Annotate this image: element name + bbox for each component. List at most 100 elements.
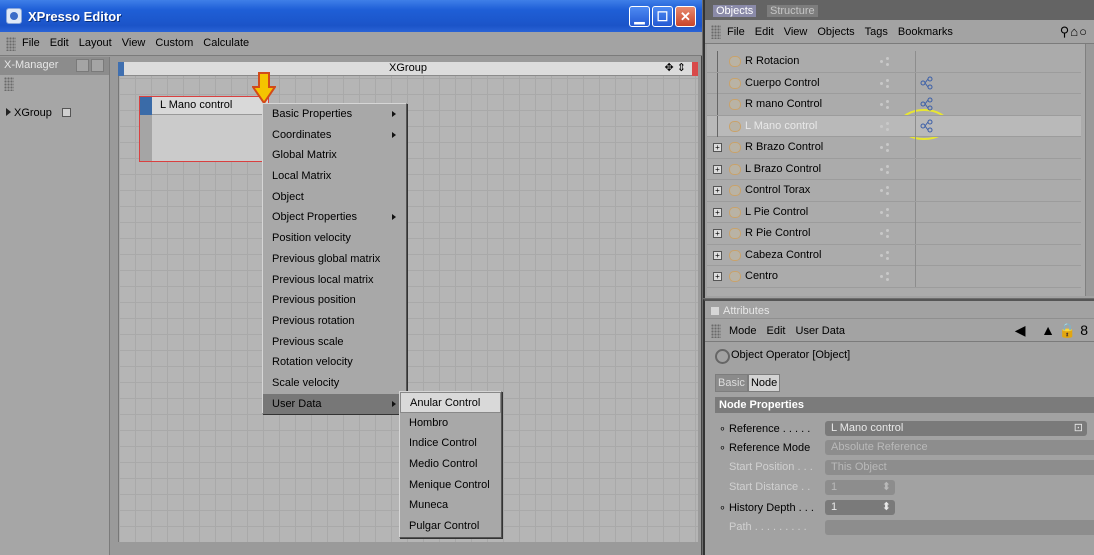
lock-icon[interactable]: 🔒: [1059, 322, 1076, 338]
objects-tool-icons[interactable]: ⚲⌂○: [1060, 24, 1088, 40]
menu-objects[interactable]: Objects: [817, 26, 854, 38]
object-row[interactable]: + Centro: [707, 266, 1081, 288]
ctx-item-object-properties[interactable]: Object Properties: [263, 207, 406, 228]
menu-view[interactable]: View: [122, 37, 146, 49]
object-row[interactable]: R mano Control: [707, 94, 1081, 116]
object-row[interactable]: + R Pie Control: [707, 223, 1081, 245]
ctx-item-rotation-velocity[interactable]: Rotation velocity: [263, 352, 406, 373]
submenu-item-anular-control[interactable]: Anular Control: [400, 392, 501, 413]
grip-icon[interactable]: [6, 37, 16, 51]
submenu-item-muneca[interactable]: Muneca: [400, 495, 501, 516]
xgroup-enable-icon[interactable]: [61, 108, 71, 117]
menu-custom[interactable]: Custom: [155, 37, 193, 49]
reference-picker-icon[interactable]: ⊡: [1074, 421, 1083, 435]
new-panel-icon[interactable]: 8: [1080, 322, 1088, 338]
stepper-icon[interactable]: ⬍: [882, 500, 891, 514]
visibility-dots-icon[interactable]: [880, 78, 890, 89]
circle-icon[interactable]: ○: [1079, 24, 1088, 39]
grip-icon[interactable]: [711, 25, 721, 39]
ctx-item-global-matrix[interactable]: Global Matrix: [263, 145, 406, 166]
object-row[interactable]: Cuerpo Control: [707, 72, 1081, 94]
object-node[interactable]: L Mano control: [139, 96, 269, 162]
visibility-dots-icon[interactable]: [880, 250, 890, 261]
object-row[interactable]: R Rotacion: [707, 51, 1081, 73]
expand-plus-icon[interactable]: +: [713, 250, 722, 260]
menu-mode[interactable]: Mode: [729, 325, 757, 337]
menu-file[interactable]: File: [727, 26, 745, 38]
tab-structure[interactable]: Structure: [767, 5, 818, 17]
attributes-tab[interactable]: Attributes: [711, 305, 769, 317]
submenu-item-indice-control[interactable]: Indice Control: [400, 433, 501, 454]
object-row[interactable]: + R Brazo Control: [707, 137, 1081, 159]
ctx-item-previous-rotation[interactable]: Previous rotation: [263, 311, 406, 332]
menu-edit[interactable]: Edit: [755, 26, 774, 38]
stepper-icon[interactable]: ⬍: [882, 480, 891, 494]
close-button[interactable]: ✕: [675, 6, 696, 27]
ctx-item-previous-scale[interactable]: Previous scale: [263, 332, 406, 353]
reference-field[interactable]: L Mano control ⊡: [825, 421, 1087, 436]
menu-edit[interactable]: Edit: [50, 37, 69, 49]
reference-mode-dropdown[interactable]: Absolute Reference: [825, 440, 1094, 455]
object-row[interactable]: L Mano control: [707, 115, 1081, 137]
visibility-dots-icon[interactable]: [880, 57, 890, 67]
visibility-dots-icon[interactable]: [880, 186, 890, 196]
menu-tags[interactable]: Tags: [865, 26, 888, 38]
visibility-dots-icon[interactable]: [880, 100, 890, 110]
object-row[interactable]: + L Brazo Control: [707, 158, 1081, 180]
expand-plus-icon[interactable]: +: [713, 272, 722, 281]
object-row[interactable]: + Control Torax: [707, 180, 1081, 202]
expand-plus-icon[interactable]: +: [713, 186, 722, 195]
history-depth-field[interactable]: 1 ⬍: [825, 500, 895, 515]
path-field[interactable]: [825, 520, 1094, 535]
expand-triangle-icon[interactable]: [6, 108, 11, 116]
object-row[interactable]: + L Pie Control: [707, 201, 1081, 223]
tab-objects[interactable]: Objects: [713, 5, 757, 17]
visibility-dots-icon[interactable]: [880, 207, 890, 218]
ctx-item-previous-global-matrix[interactable]: Previous global matrix: [263, 249, 406, 270]
attributes-tool-icons[interactable]: ◀ ▲ 🔒 8: [1015, 322, 1088, 339]
ctx-item-object[interactable]: Object: [263, 187, 406, 208]
menu-edit[interactable]: Edit: [767, 325, 786, 337]
node-input-port[interactable]: [140, 97, 152, 115]
up-arrow-icon[interactable]: ▲: [1041, 322, 1055, 338]
visibility-dots-icon[interactable]: [880, 121, 890, 132]
menu-layout[interactable]: Layout: [79, 37, 112, 49]
grip-icon[interactable]: [711, 324, 721, 338]
expand-plus-icon[interactable]: +: [713, 164, 722, 174]
xpresso-tag-icon[interactable]: [920, 76, 934, 90]
node-header[interactable]: L Mano control: [140, 97, 268, 115]
maximize-button[interactable]: ☐: [652, 6, 673, 27]
visibility-dots-icon[interactable]: [880, 143, 890, 153]
visibility-dots-icon[interactable]: [880, 272, 890, 282]
visibility-dots-icon[interactable]: [880, 229, 890, 239]
visibility-dots-icon[interactable]: [880, 164, 890, 175]
ctx-item-scale-velocity[interactable]: Scale velocity: [263, 373, 406, 394]
ctx-item-local-matrix[interactable]: Local Matrix: [263, 166, 406, 187]
xgroup-tree-item[interactable]: XGroup: [6, 107, 71, 119]
start-position-dropdown[interactable]: This Object: [825, 460, 1094, 475]
menu-view[interactable]: View: [784, 26, 808, 38]
ctx-item-basic-properties[interactable]: Basic Properties: [263, 104, 406, 125]
back-arrow-icon[interactable]: ◀: [1015, 322, 1026, 338]
xpresso-tag-icon[interactable]: [920, 97, 934, 111]
start-distance-field[interactable]: 1 ⬍: [825, 480, 895, 495]
move-scale-icons[interactable]: ✥ ⇕: [665, 62, 687, 75]
minimize-button[interactable]: ▁: [629, 6, 650, 27]
panel-options-icon[interactable]: [91, 59, 104, 72]
expand-plus-icon[interactable]: +: [713, 207, 722, 217]
search-icon[interactable]: ⚲: [1060, 24, 1071, 39]
ctx-item-previous-position[interactable]: Previous position: [263, 290, 406, 311]
submenu-item-menique-control[interactable]: Menique Control: [400, 475, 501, 496]
submenu-item-pulgar-control[interactable]: Pulgar Control: [400, 516, 501, 537]
xpresso-titlebar[interactable]: XPresso Editor ▁ ☐ ✕: [0, 0, 702, 32]
object-list-scrollbar[interactable]: [1085, 44, 1094, 296]
tab-node[interactable]: Node: [747, 374, 781, 392]
menu-calculate[interactable]: Calculate: [203, 37, 249, 49]
menu-bookmarks[interactable]: Bookmarks: [898, 26, 953, 38]
ctx-item-previous-local-matrix[interactable]: Previous local matrix: [263, 270, 406, 291]
ctx-item-position-velocity[interactable]: Position velocity: [263, 228, 406, 249]
menu-file[interactable]: File: [22, 37, 40, 49]
home-icon[interactable]: ⌂: [1070, 24, 1079, 39]
panel-toggle-icon[interactable]: [76, 59, 89, 72]
submenu-item-hombro[interactable]: Hombro: [400, 413, 501, 434]
